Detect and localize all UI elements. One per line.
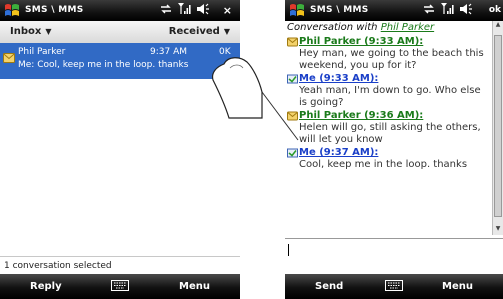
chevron-down-icon: ▼ (223, 27, 230, 36)
sync-arrows-icon (161, 4, 171, 13)
scrollbar[interactable]: ▲ ▼ (492, 21, 503, 235)
sync-arrows-icon (424, 4, 434, 13)
message-text: Cool, keep me in the loop. thanks (299, 159, 468, 170)
envelope-icon (287, 37, 298, 47)
message-size: 0K (219, 47, 231, 57)
conversation-screen: SMS \ MMS ok Conversation with Phil Park… (285, 0, 503, 299)
signal-strength-icon (178, 3, 191, 14)
sort-label: Received (168, 26, 220, 37)
message-preview: Me: Cool, keep me in the loop. thanks (18, 60, 189, 70)
message-sender[interactable]: Me (9:33 AM): (299, 73, 378, 85)
text-cursor (288, 244, 289, 256)
app-title: SMS \ MMS (310, 5, 369, 15)
send-button[interactable]: Send (315, 281, 343, 292)
message-text: Helen will go, still asking the others, … (299, 122, 481, 145)
keyboard-icon[interactable] (111, 280, 129, 294)
title-bar: SMS \ MMS × (0, 0, 240, 21)
sender-name: Phil Parker (18, 47, 66, 57)
menu-button[interactable]: Menu (179, 281, 210, 292)
sort-dropdown[interactable]: Received ▼ (169, 26, 230, 37)
selection-status: 1 conversation selected (0, 256, 240, 275)
chevron-down-icon: ▼ (45, 27, 52, 36)
status-icons[interactable] (423, 2, 472, 15)
ok-button[interactable]: ok (489, 5, 501, 15)
inbox-screen: SMS \ MMS × Inbox ▼ Received ▼ Phil Park… (0, 0, 240, 299)
sent-message-icon (287, 148, 298, 158)
scroll-up-icon[interactable]: ▲ (493, 21, 503, 31)
message-time: 9:37 AM (150, 47, 187, 57)
signal-strength-icon (441, 3, 454, 14)
inbox-header: Inbox ▼ Received ▼ (0, 21, 240, 44)
conversation-thread[interactable]: Conversation with Phil Parker Phil Parke… (285, 21, 491, 235)
reply-input[interactable] (285, 238, 503, 275)
menu-button[interactable]: Menu (442, 281, 473, 292)
conversation-prefix: Conversation with (287, 22, 378, 33)
message-entry: Phil Parker (9:36 AM): Helen will go, st… (287, 110, 491, 145)
message-entry: Me (9:37 AM): Cool, keep me in the loop.… (287, 147, 491, 171)
message-entry: Me (9:33 AM): Yeah man, I'm down to go. … (287, 73, 491, 108)
status-icons[interactable] (160, 2, 209, 15)
conversation-row[interactable]: Phil Parker 9:37 AM 0K Me: Cool, keep me… (0, 43, 240, 79)
close-button[interactable]: × (223, 4, 232, 17)
conversation-heading: Conversation with Phil Parker (287, 22, 491, 34)
message-sender[interactable]: Me (9:37 AM): (299, 147, 378, 159)
speaker-icon (197, 3, 209, 14)
title-bar: SMS \ MMS ok (285, 0, 503, 21)
message-sender[interactable]: Phil Parker (9:36 AM): (299, 110, 423, 122)
keyboard-icon[interactable] (385, 280, 403, 294)
windows-flag-icon[interactable] (4, 3, 20, 18)
folder-dropdown[interactable]: Inbox ▼ (10, 26, 51, 37)
message-text: Hey man, we going to the beach this week… (299, 48, 484, 71)
softkey-bar: Reply Menu (0, 274, 240, 299)
envelope-icon (287, 111, 298, 121)
reply-button[interactable]: Reply (30, 281, 62, 292)
message-sender[interactable]: Phil Parker (9:33 AM): (299, 36, 423, 48)
folder-label: Inbox (10, 26, 42, 37)
windows-flag-icon[interactable] (289, 3, 305, 18)
contact-name[interactable]: Phil Parker (381, 22, 434, 33)
app-title: SMS \ MMS (25, 5, 84, 15)
softkey-bar: Send Menu (285, 274, 503, 299)
message-entry: Phil Parker (9:33 AM): Hey man, we going… (287, 36, 491, 71)
message-text: Yeah man, I'm down to go. Who else is go… (299, 85, 481, 108)
scrollbar-thumb[interactable] (494, 35, 502, 217)
scroll-down-icon[interactable]: ▼ (493, 225, 503, 235)
speaker-icon (460, 3, 472, 14)
envelope-icon (3, 53, 15, 66)
sent-message-icon (287, 74, 298, 84)
